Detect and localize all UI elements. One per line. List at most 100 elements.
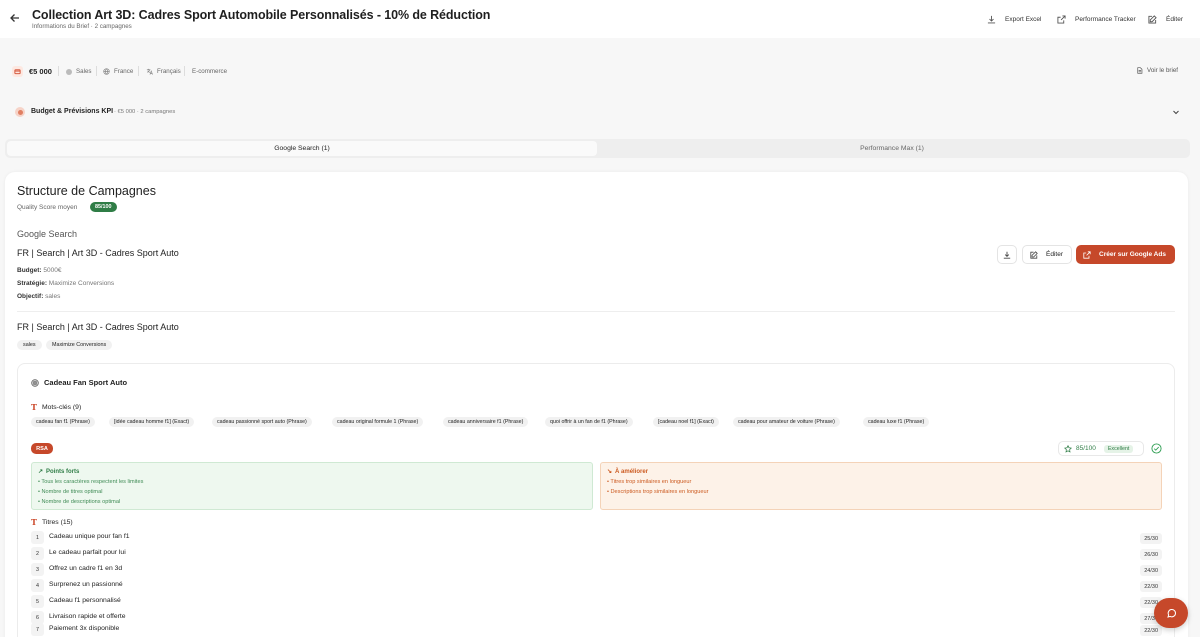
edit-brief-button[interactable]: Éditer [1141,9,1190,29]
language-meta: Français [146,68,181,75]
title-number: 1 [31,531,44,544]
export-excel-label: Export Excel [1005,15,1042,23]
view-brief-link[interactable]: Voir le brief [1136,67,1178,74]
document-icon [1137,67,1143,74]
country-value: France [114,68,134,75]
quality-score-label: Quality Score moyen [17,204,78,211]
title-text: Le cadeau parfait pour lui [49,549,126,556]
language-value: Français [157,68,181,75]
budget-kpi-summary: · €5 000 · 2 campagnes [114,109,176,115]
ad-type-badge: RSA [31,443,53,454]
edit-icon [1148,14,1157,24]
chat-button[interactable] [1154,598,1188,628]
edit-campaign-label: Éditer [1046,251,1063,258]
objective-dot-icon [66,68,72,75]
budget-kpi-title: Budget & Prévisions KPI [31,108,114,115]
strategy-key: Stratégie: [17,280,47,287]
keyword-chip: quoi offrir à un fan de f1 (Phrase) [545,417,633,427]
objective-val: sales [43,293,61,300]
download-icon [987,15,996,23]
title-text: Cadeau unique pour fan f1 [49,533,130,540]
title-number: 5 [31,595,44,608]
improvements-box: ↘ À améliorer • Titres trop similaires e… [600,462,1162,510]
title-row: 2 Le cadeau parfait pour lui 26/30 [31,547,1162,561]
download-icon [1003,251,1011,259]
campaign-budget: Budget: 5000€ [17,267,61,274]
budget-chip: €5 000 [12,66,52,77]
improvements-heading: ↘ À améliorer [607,468,1155,476]
edit-campaign-button[interactable]: Éditer [1022,245,1072,264]
globe-icon [103,68,110,75]
title-text: Paiement 3x disponible [49,625,120,632]
strategy-val: Maximize Conversions [46,280,115,287]
title-number: 4 [31,579,44,592]
keyword-chip: [idée cadeau homme f1] (Exact) [109,417,195,427]
title-number: 3 [31,563,44,576]
ad-score-label: Excellent [1103,444,1134,453]
improvements-title: À améliorer [615,468,649,475]
page-subtitle: Informations du Brief · 2 campagnes [32,23,132,30]
keywords-heading: T Mots-clés (9) [31,402,81,412]
external-link-icon [1083,250,1091,259]
trend-down-icon: ↘ [607,469,613,475]
country-meta: France [103,68,133,75]
title-row: 1 Cadeau unique pour fan f1 25/30 [31,531,1162,545]
tab-google-search[interactable]: Google Search (1) [7,141,597,156]
divider [138,66,139,76]
title-char-count: 22/30 [1140,581,1162,592]
keyword-chip: cadeau pour amateur de voiture (Phrase) [733,417,840,427]
check-circle-icon [1151,443,1162,454]
divider [184,66,185,76]
performance-tracker-button[interactable]: Performance Tracker [1050,9,1143,29]
download-campaign-button[interactable] [997,245,1017,264]
campaign-tabs: Google Search (1) Performance Max (1) [5,139,1190,158]
top-header: Collection Art 3D: Cadres Sport Automobi… [0,0,1200,38]
budget-value: €5 000 [29,67,52,76]
title-row: 3 Offrez un cadre f1 en 3d 24/30 [31,563,1162,577]
campaign-objective: Objectif: sales [17,293,60,300]
edit-brief-label: Éditer [1166,15,1183,23]
divider [17,311,1175,312]
view-brief-label: Voir le brief [1147,67,1178,74]
star-icon [1064,444,1072,453]
strengths-heading: ↗ Points forts [38,468,586,476]
tag-strategy: Maximize Conversions [46,340,113,350]
campaign-name: FR | Search | Art 3D - Cadres Sport Auto [17,248,179,258]
title-row: 4 Surprenez un passionné 22/30 [31,579,1162,593]
strengths-box: ↗ Points forts • Tous les caractères res… [31,462,593,510]
objective-meta: Sales [66,68,91,75]
improvement-item: • Titres trop similaires en longueur [607,479,692,485]
target-icon [31,378,39,387]
budget-key: Budget: [17,267,42,274]
ad-group-name: Cadeau Fan Sport Auto [44,378,128,387]
titles-heading: T Titres (15) [31,517,73,527]
objective-value: Sales [76,68,92,75]
create-on-google-ads-button[interactable]: Créer sur Google Ads [1076,245,1175,264]
title-char-count: 24/30 [1140,565,1162,576]
titles-label: Titres (15) [41,518,73,526]
performance-tracker-label: Performance Tracker [1075,15,1136,23]
campaign-name-detail: FR | Search | Art 3D - Cadres Sport Auto [17,322,179,332]
tab-performance-max[interactable]: Performance Max (1) [597,141,1187,156]
create-on-google-ads-label: Créer sur Google Ads [1099,251,1166,258]
keyword-chip: [cadeau noel f1] (Exact) [653,417,719,427]
back-arrow-icon[interactable] [9,12,21,24]
quality-score-badge: 85/100 [90,202,117,212]
page-title: Collection Art 3D: Cadres Sport Automobi… [32,8,491,22]
keyword-chip: cadeau passionné sport auto (Phrase) [212,417,312,427]
network-heading: Google Search [17,229,78,239]
export-excel-button[interactable]: Export Excel [980,9,1049,29]
title-row: 7 Paiement 3x disponible 22/30 [31,623,1162,637]
keyword-chip: cadeau fan f1 (Phrase) [31,417,95,427]
chevron-down-icon[interactable] [1172,108,1180,116]
campaign-strategy: Stratégie: Maximize Conversions [17,280,114,287]
industry-value: E-commerce [192,68,228,75]
brief-info-bar: €5 000 Sales France Français E-commerce … [0,40,1200,100]
chat-bubble-icon [1166,608,1176,618]
title-text: Offrez un cadre f1 en 3d [49,565,123,572]
title-text: Cadeau f1 personnalisé [49,597,121,604]
strength-item: • Nombre de descriptions optimal [38,498,121,505]
budget-kpi-accordion[interactable]: Budget & Prévisions KPI · €5 000 · 2 cam… [0,100,1200,124]
text-icon: T [31,517,37,527]
title-char-count: 26/30 [1140,549,1162,560]
